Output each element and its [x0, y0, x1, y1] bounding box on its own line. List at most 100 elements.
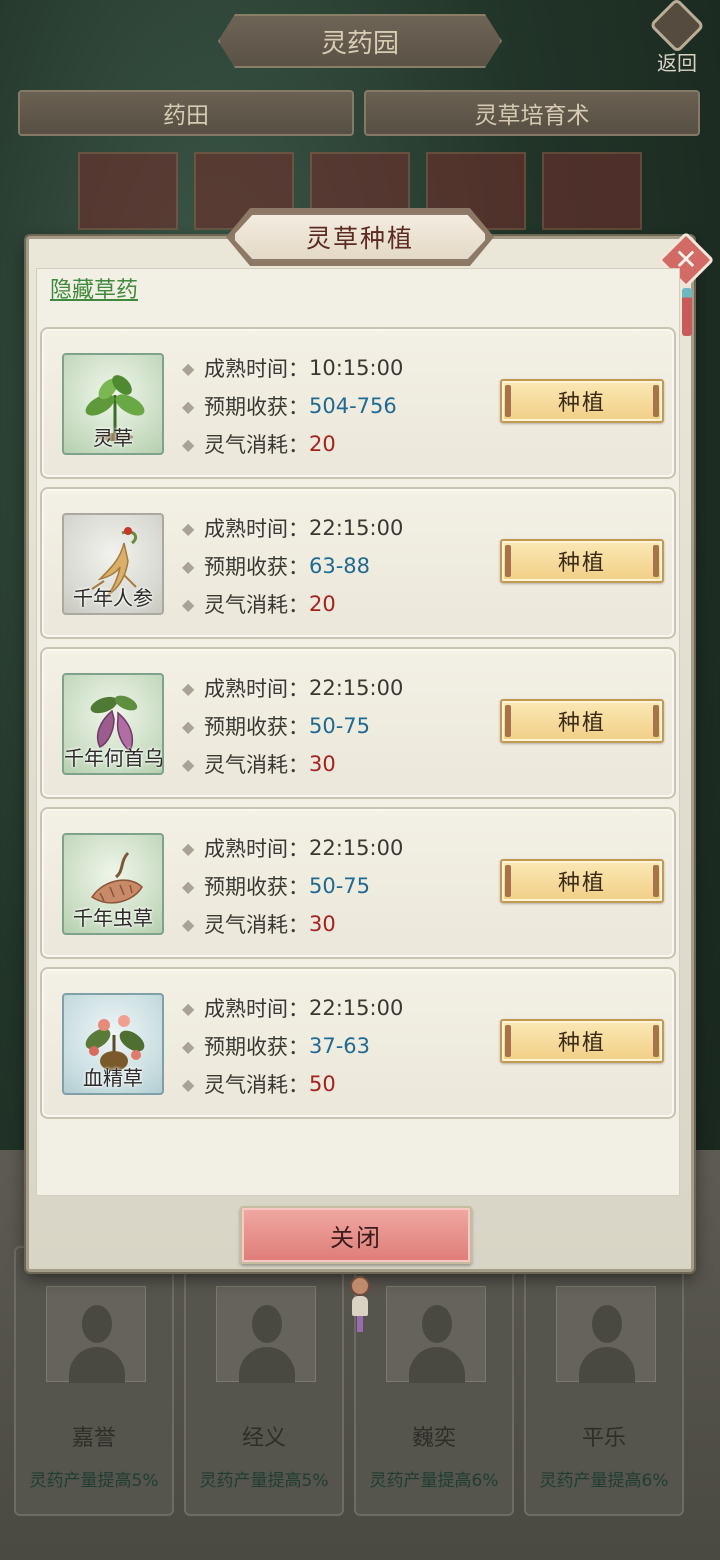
mature-time-value: 22:15:00	[309, 996, 404, 1020]
stat-label: 成熟时间：	[204, 677, 309, 701]
herb-name: 千年何首乌	[64, 746, 164, 770]
helper-name: 巍奕	[411, 1426, 456, 1451]
stat-label: 成熟时间：	[204, 997, 309, 1021]
cost-value: 50	[309, 1072, 336, 1096]
harvest-value: 504-756	[309, 394, 397, 418]
helper-card[interactable]: 平乐 灵药产量提高6%	[524, 1246, 684, 1516]
stat-cost: ◆ 灵气消耗： 50	[182, 1069, 336, 1099]
stat-label: 灵气消耗：	[204, 913, 309, 937]
plant-button[interactable]: 种植	[500, 859, 664, 903]
helper-name: 平乐	[581, 1426, 626, 1451]
stat-mature-time: ◆ 成熟时间： 22:15:00	[182, 513, 403, 543]
stat-harvest: ◆ 预期收获： 50-75	[182, 711, 370, 741]
close-button[interactable]: 关闭	[240, 1206, 472, 1264]
stat-mature-time: ◆ 成熟时间： 22:15:00	[182, 993, 403, 1023]
stat-harvest: ◆ 预期收获： 37-63	[182, 1031, 370, 1061]
stat-label: 成熟时间：	[204, 357, 309, 381]
tab-cultivation[interactable]: 灵草培育术	[364, 90, 700, 136]
cost-value: 20	[309, 592, 336, 616]
field-slot	[542, 152, 642, 230]
cordyceps-icon: 千年虫草	[62, 833, 164, 935]
character-portrait	[556, 1286, 656, 1383]
stat-label: 灵气消耗：	[204, 753, 309, 777]
diamond-bullet-icon: ◆	[182, 594, 195, 614]
mature-time-value: 22:15:00	[309, 676, 404, 700]
blood-herb-icon: 血精草	[62, 993, 164, 1095]
stat-label: 预期收获：	[204, 875, 309, 899]
back-button[interactable]: 返回	[646, 0, 708, 76]
stat-mature-time: ◆ 成熟时间： 10:15:00	[182, 353, 403, 383]
hidden-herbs-link[interactable]: 隐藏草药	[50, 272, 138, 304]
harvest-value: 50-75	[309, 874, 371, 898]
mature-time-value: 22:15:00	[309, 516, 404, 540]
herb-row: 千年虫草 ◆ 成熟时间： 22:15:00 ◆ 预期收获： 50-75 ◆ 灵气…	[40, 807, 676, 959]
stat-cost: ◆ 灵气消耗： 20	[182, 429, 336, 459]
page-title: 灵药园	[218, 14, 502, 68]
stat-mature-time: ◆ 成熟时间： 22:15:00	[182, 673, 403, 703]
harvest-value: 63-88	[309, 554, 371, 578]
diamond-bullet-icon: ◆	[182, 396, 195, 416]
plant-button[interactable]: 种植	[500, 539, 664, 583]
plant-button[interactable]: 种植	[500, 379, 664, 423]
cost-value: 30	[309, 912, 336, 936]
dialog-title: 灵草种植	[232, 212, 488, 262]
stat-harvest: ◆ 预期收获： 50-75	[182, 871, 370, 901]
cost-value: 30	[309, 752, 336, 776]
herb-row: 灵草 ◆ 成熟时间： 10:15:00 ◆ 预期收获： 504-756 ◆ 灵气…	[40, 327, 676, 479]
harvest-value: 50-75	[309, 714, 371, 738]
stat-label: 预期收获：	[204, 1035, 309, 1059]
stat-label: 灵气消耗：	[204, 1073, 309, 1097]
diamond-bullet-icon: ◆	[182, 358, 195, 378]
herb-name: 千年人参	[73, 586, 153, 610]
herb-name: 千年虫草	[73, 906, 153, 930]
diamond-bullet-icon: ◆	[182, 914, 195, 934]
stat-label: 预期收获：	[204, 395, 309, 419]
stat-mature-time: ◆ 成熟时间： 22:15:00	[182, 833, 403, 863]
helper-bonus: 灵药产量提高5%	[199, 1471, 329, 1491]
tab-herb-field[interactable]: 药田	[18, 90, 354, 136]
diamond-bullet-icon: ◆	[182, 678, 195, 698]
ginseng-icon: 千年人参	[62, 513, 164, 615]
diamond-bullet-icon: ◆	[182, 754, 195, 774]
plant-button[interactable]: 种植	[500, 699, 664, 743]
herb-row: 血精草 ◆ 成熟时间： 22:15:00 ◆ 预期收获： 37-63 ◆ 灵气消…	[40, 967, 676, 1119]
harvest-value: 37-63	[309, 1034, 371, 1058]
diamond-bullet-icon: ◆	[182, 876, 195, 896]
character-portrait	[386, 1286, 486, 1383]
helper-bonus: 灵药产量提高5%	[29, 1471, 159, 1491]
stat-label: 成熟时间：	[204, 517, 309, 541]
bell-tassel	[357, 1316, 363, 1332]
stat-label: 预期收获：	[204, 715, 309, 739]
back-arrow-icon	[649, 0, 705, 54]
diamond-bullet-icon: ◆	[182, 1074, 195, 1094]
diamond-bullet-icon: ◆	[182, 556, 195, 576]
helper-card[interactable]: 巍奕 灵药产量提高6%	[354, 1246, 514, 1516]
diamond-bullet-icon: ◆	[182, 1036, 195, 1056]
character-portrait	[216, 1286, 316, 1383]
helper-bonus: 灵药产量提高6%	[369, 1471, 499, 1491]
herb-name: 血精草	[83, 1066, 143, 1090]
stat-label: 预期收获：	[204, 555, 309, 579]
stat-cost: ◆ 灵气消耗： 30	[182, 909, 336, 939]
fleeceflower-root-icon: 千年何首乌	[62, 673, 164, 775]
diamond-bullet-icon: ◆	[182, 838, 195, 858]
plant-button[interactable]: 种植	[500, 1019, 664, 1063]
helper-card[interactable]: 经义 灵药产量提高5%	[184, 1246, 344, 1516]
stat-harvest: ◆ 预期收获： 504-756	[182, 391, 397, 421]
bell-ornament-icon	[350, 1276, 370, 1336]
field-slot	[78, 152, 178, 230]
helper-name: 经义	[241, 1426, 286, 1451]
tassel-decoration	[682, 288, 692, 336]
mature-time-value: 22:15:00	[309, 836, 404, 860]
stat-cost: ◆ 灵气消耗： 30	[182, 749, 336, 779]
diamond-bullet-icon: ◆	[182, 998, 195, 1018]
stat-harvest: ◆ 预期收获： 63-88	[182, 551, 370, 581]
stat-cost: ◆ 灵气消耗： 20	[182, 589, 336, 619]
character-portrait	[46, 1286, 146, 1383]
diamond-bullet-icon: ◆	[182, 434, 195, 454]
mature-time-value: 10:15:00	[309, 356, 404, 380]
stat-label: 灵气消耗：	[204, 433, 309, 457]
helper-card[interactable]: 嘉誉 灵药产量提高5%	[14, 1246, 174, 1516]
bell-knot	[350, 1276, 370, 1296]
diamond-bullet-icon: ◆	[182, 518, 195, 538]
